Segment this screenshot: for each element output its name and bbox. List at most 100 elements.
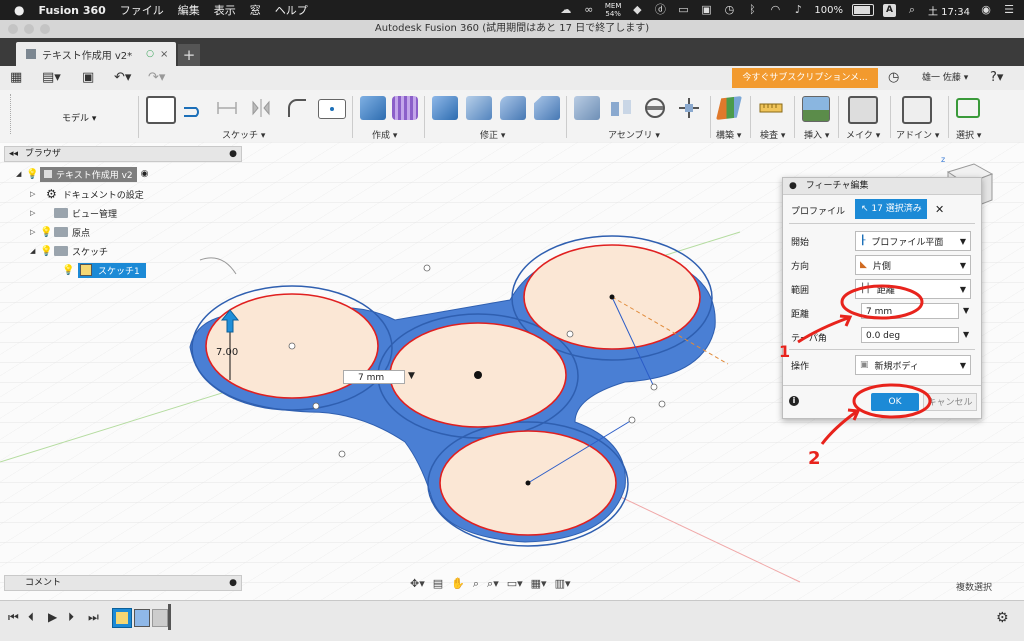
battery-icon[interactable]	[852, 4, 874, 16]
collapse-browser-icon[interactable]: ◂◂	[9, 149, 18, 159]
timeline-settings-gear-icon[interactable]: ⚙	[996, 610, 1009, 626]
minimize-window-icon[interactable]	[24, 24, 34, 34]
timeline-extrude-feature[interactable]	[134, 609, 150, 627]
grid-settings-icon[interactable]: ▦▾	[531, 577, 547, 593]
visibility-bulb-icon[interactable]: 💡	[62, 265, 74, 276]
browser-item-sketches[interactable]: ◢ 💡 スケッチ	[30, 243, 108, 259]
time-machine-icon[interactable]: ◷	[722, 4, 736, 16]
distance-field-dropdown-icon[interactable]: ▼	[963, 306, 969, 315]
close-tab-icon[interactable]: ×	[160, 49, 168, 60]
select-menu[interactable]: 選択 ▾	[956, 128, 981, 141]
zoom-window-icon[interactable]	[40, 24, 50, 34]
create-menu[interactable]: 作成 ▾	[372, 128, 397, 141]
menu-file[interactable]: ファイル	[120, 2, 164, 18]
extrude-icon[interactable]	[360, 96, 386, 120]
distance-dropdown-icon[interactable]: ▼	[408, 371, 415, 381]
fillet-icon[interactable]	[284, 96, 310, 120]
user-menu[interactable]: 雄一 佐藤 ▾	[922, 69, 968, 87]
menu-view[interactable]: 表示	[214, 2, 236, 18]
file-icon[interactable]: ▤▾	[42, 69, 61, 87]
dropbox-icon[interactable]: ◆	[630, 4, 644, 16]
document-tab[interactable]: テキスト作成用 v2* ○ ×	[16, 42, 176, 66]
measure-icon[interactable]	[758, 96, 784, 120]
root-component[interactable]: テキスト作成用 v2	[40, 166, 137, 182]
display-settings-icon[interactable]: ▭▾	[507, 577, 523, 593]
timeline-feature[interactable]	[152, 609, 168, 627]
insert-image-icon[interactable]	[802, 96, 830, 122]
visibility-bulb-icon[interactable]: 💡	[40, 227, 52, 238]
point-icon[interactable]	[318, 99, 346, 119]
timeline-sketch-feature[interactable]	[112, 608, 132, 628]
display-icon[interactable]: ▣	[699, 4, 713, 16]
menu-window[interactable]: 窓	[250, 2, 261, 18]
sketch1-selected[interactable]: スケッチ1	[78, 262, 146, 278]
browser-root[interactable]: ◢ 💡 テキスト作成用 v2 ◉	[16, 166, 149, 182]
assemble-menu[interactable]: アセンブリ ▾	[608, 128, 660, 141]
comment-pin-icon[interactable]: ●	[229, 576, 237, 590]
battery-percent[interactable]: 100%	[814, 5, 843, 16]
search-icon[interactable]: ⌕	[905, 4, 919, 16]
joint-icon[interactable]	[608, 96, 634, 120]
d-icon[interactable]: ⓓ	[653, 4, 667, 16]
sketch-menu[interactable]: スケッチ ▾	[222, 128, 265, 141]
expand-icon[interactable]: ▷	[30, 209, 40, 217]
look-at-icon[interactable]: ▤	[433, 577, 443, 593]
job-status-icon[interactable]: ◷	[888, 69, 899, 87]
close-window-icon[interactable]	[8, 24, 18, 34]
addins-menu[interactable]: アドイン ▾	[896, 128, 939, 141]
mirror-icon[interactable]	[248, 96, 274, 120]
browser-item-sketch1[interactable]: 💡 スケッチ1	[62, 262, 146, 278]
activate-radio-icon[interactable]: ◉	[141, 169, 149, 179]
workspace-selector[interactable]: モデル ▾	[62, 111, 96, 124]
pan-icon[interactable]: ✋	[451, 577, 465, 593]
comment-panel-header[interactable]: コメント ●	[4, 575, 242, 591]
distance-input[interactable]: 7 mm	[343, 370, 405, 384]
save-icon[interactable]: ▣	[82, 69, 94, 87]
step-forward-icon[interactable]: ⏵	[68, 610, 74, 625]
new-component-icon[interactable]	[574, 96, 600, 120]
glasses-icon[interactable]: ∞	[582, 4, 596, 16]
fillet-body-icon[interactable]	[500, 96, 526, 120]
timeline-marker[interactable]	[168, 604, 171, 630]
browser-item-origin[interactable]: ▷ 💡 原点	[30, 224, 90, 240]
go-to-start-icon[interactable]: ⏮	[8, 610, 19, 625]
expand-root-icon[interactable]: ◢	[16, 170, 26, 178]
fit-icon[interactable]: ⌕▾	[487, 577, 499, 593]
construct-menu[interactable]: 構築 ▾	[716, 128, 741, 141]
step-back-icon[interactable]: ⏴	[28, 610, 34, 625]
profile-selection-button[interactable]: ↖ 17 選択済み	[855, 199, 927, 219]
form-icon[interactable]	[392, 96, 418, 120]
create-sketch-icon[interactable]	[146, 96, 176, 124]
app-menu[interactable]: Fusion 360	[38, 4, 105, 17]
browser-panel-header[interactable]: ◂◂ ブラウザ ●	[4, 146, 242, 162]
wifi-icon[interactable]: ◠	[768, 4, 782, 16]
expand-icon[interactable]: ▷	[30, 190, 40, 198]
clear-selection-icon[interactable]: ✕	[935, 203, 944, 216]
menu-edit[interactable]: 編集	[178, 2, 200, 18]
modify-menu[interactable]: 修正 ▾	[480, 128, 505, 141]
browser-pin-icon[interactable]: ●	[229, 147, 237, 161]
browser-item-named-views[interactable]: ▷ ビュー管理	[30, 205, 117, 221]
start-select[interactable]: ┠ プロファイル平面 ▼	[855, 231, 971, 251]
new-tab-button[interactable]: +	[178, 44, 200, 66]
press-pull-icon[interactable]	[432, 96, 458, 120]
viewports-icon[interactable]: ▥▾	[555, 577, 571, 593]
menu-help[interactable]: ヘルプ	[275, 2, 308, 18]
siri-icon[interactable]: ◉	[979, 4, 993, 16]
apple-icon[interactable]: ●	[14, 3, 24, 17]
bluetooth-icon[interactable]: ᛒ	[745, 4, 759, 16]
3d-print-icon[interactable]	[848, 96, 878, 124]
taper-dropdown-icon[interactable]: ▼	[963, 330, 969, 339]
chamfer-icon[interactable]	[534, 96, 560, 120]
zoom-icon[interactable]: ⌕	[473, 577, 479, 593]
scripts-icon[interactable]	[902, 96, 932, 124]
dimension-icon[interactable]	[214, 96, 240, 120]
motion-link-icon[interactable]	[642, 96, 668, 120]
expand-icon[interactable]: ▷	[30, 228, 40, 236]
undo-icon[interactable]: ↶▾	[114, 69, 131, 87]
cast-icon[interactable]: ▭	[676, 4, 690, 16]
redo-icon[interactable]: ↷▾	[148, 69, 165, 87]
dialog-collapse-icon[interactable]: ●	[789, 181, 797, 191]
inspect-menu[interactable]: 検査 ▾	[760, 128, 785, 141]
collapse-icon[interactable]: ◢	[30, 247, 40, 255]
